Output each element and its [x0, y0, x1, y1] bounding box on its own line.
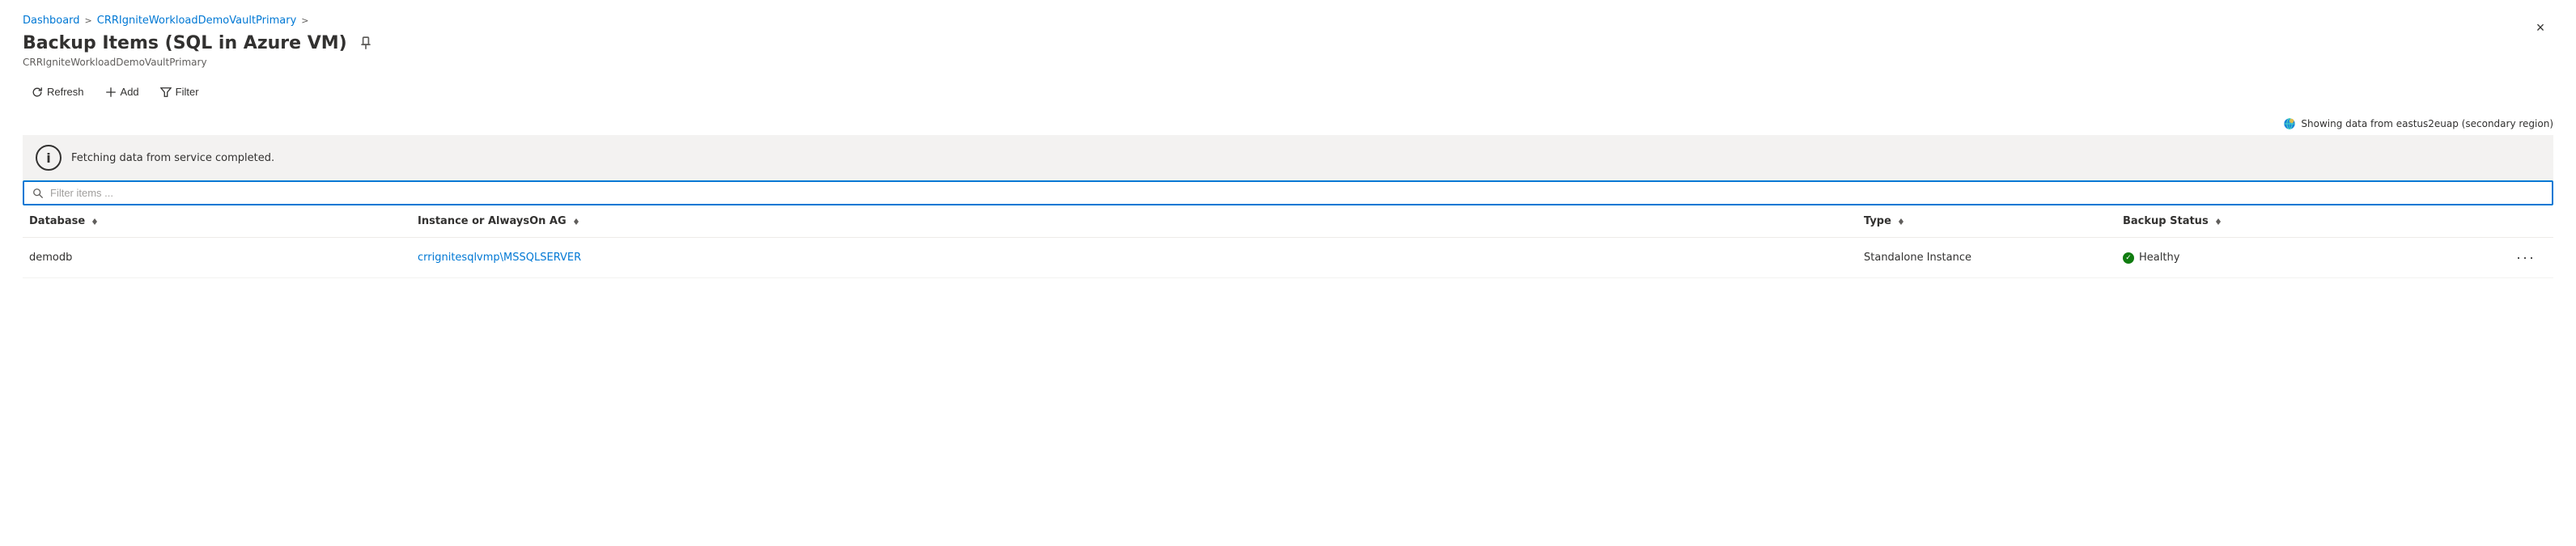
database-value: demodb — [29, 252, 72, 264]
add-button[interactable]: Add — [96, 81, 148, 103]
type-value: Standalone Instance — [1864, 252, 1971, 264]
sort-icon-instance — [571, 217, 581, 226]
info-banner: i Fetching data from service completed. — [23, 135, 2553, 180]
sort-icon-status — [2213, 217, 2223, 226]
close-button[interactable]: × — [2527, 15, 2553, 40]
col-database: Database — [23, 212, 411, 231]
filter-input[interactable] — [50, 187, 2544, 199]
status-dot-green — [2123, 252, 2134, 264]
page-title: Backup Items (SQL in Azure VM) — [23, 33, 347, 53]
page-container: Dashboard > CRRIgniteWorkloadDemoVaultPr… — [0, 0, 2576, 546]
col-backup-status-label: Backup Status — [2123, 215, 2209, 227]
refresh-icon — [32, 87, 43, 98]
col-type-label: Type — [1864, 215, 1891, 227]
backup-status-value: Healthy — [2139, 252, 2179, 264]
cell-type: Standalone Instance — [1857, 247, 2116, 269]
breadcrumb-sep-1: > — [85, 15, 92, 26]
filter-label: Filter — [176, 86, 199, 98]
col-backup-status-sort[interactable] — [2213, 217, 2223, 226]
col-actions — [2505, 212, 2553, 231]
sort-icon-type — [1896, 217, 1906, 226]
pin-icon[interactable] — [359, 36, 373, 51]
breadcrumb-dashboard[interactable]: Dashboard — [23, 15, 80, 27]
instance-link[interactable]: crrignitesqlvmp\MSSQLSERVER — [418, 252, 581, 264]
col-backup-status: Backup Status — [2116, 212, 2505, 231]
breadcrumb: Dashboard > CRRIgniteWorkloadDemoVaultPr… — [23, 15, 2553, 27]
filter-button[interactable]: Filter — [151, 81, 208, 103]
globe-icon — [2283, 117, 2296, 130]
title-row: Backup Items (SQL in Azure VM) — [23, 33, 2553, 53]
col-instance-sort[interactable] — [571, 217, 581, 226]
cell-instance: crrignitesqlvmp\MSSQLSERVER — [411, 247, 1857, 269]
cell-backup-status: Healthy — [2116, 247, 2505, 269]
table-header: Database Instance or AlwaysOn AG — [23, 205, 2553, 238]
status-healthy: Healthy — [2123, 252, 2179, 264]
col-type-sort[interactable] — [1896, 217, 1906, 226]
col-instance: Instance or AlwaysOn AG — [411, 212, 1857, 231]
region-text: Showing data from eastus2euap (secondary… — [2301, 118, 2553, 129]
col-database-sort[interactable] — [90, 217, 100, 226]
info-icon: i — [36, 145, 62, 171]
toolbar: Refresh Add Filter — [23, 81, 2553, 103]
table-row: demodb crrignitesqlvmp\MSSQLSERVER Stand… — [23, 238, 2553, 278]
filter-icon — [160, 87, 172, 98]
add-icon — [105, 87, 117, 98]
refresh-button[interactable]: Refresh — [23, 81, 93, 103]
col-type: Type — [1857, 212, 2116, 231]
breadcrumb-vault[interactable]: CRRIgniteWorkloadDemoVaultPrimary — [97, 15, 297, 27]
info-banner-text: Fetching data from service completed. — [71, 152, 274, 164]
table-container: Database Instance or AlwaysOn AG — [23, 205, 2553, 278]
search-icon — [32, 188, 44, 199]
cell-more-actions: ··· — [2505, 243, 2553, 273]
col-database-label: Database — [29, 215, 85, 227]
cell-database: demodb — [23, 247, 411, 269]
page-subtitle: CRRIgniteWorkloadDemoVaultPrimary — [23, 57, 2553, 68]
refresh-label: Refresh — [47, 86, 84, 98]
filter-row — [23, 180, 2553, 205]
sort-icon-database — [90, 217, 100, 226]
more-actions-button[interactable]: ··· — [2511, 248, 2540, 268]
add-label: Add — [121, 86, 139, 98]
region-indicator: Showing data from eastus2euap (secondary… — [23, 112, 2553, 135]
breadcrumb-sep-2: > — [301, 15, 308, 26]
col-instance-label: Instance or AlwaysOn AG — [418, 215, 567, 227]
